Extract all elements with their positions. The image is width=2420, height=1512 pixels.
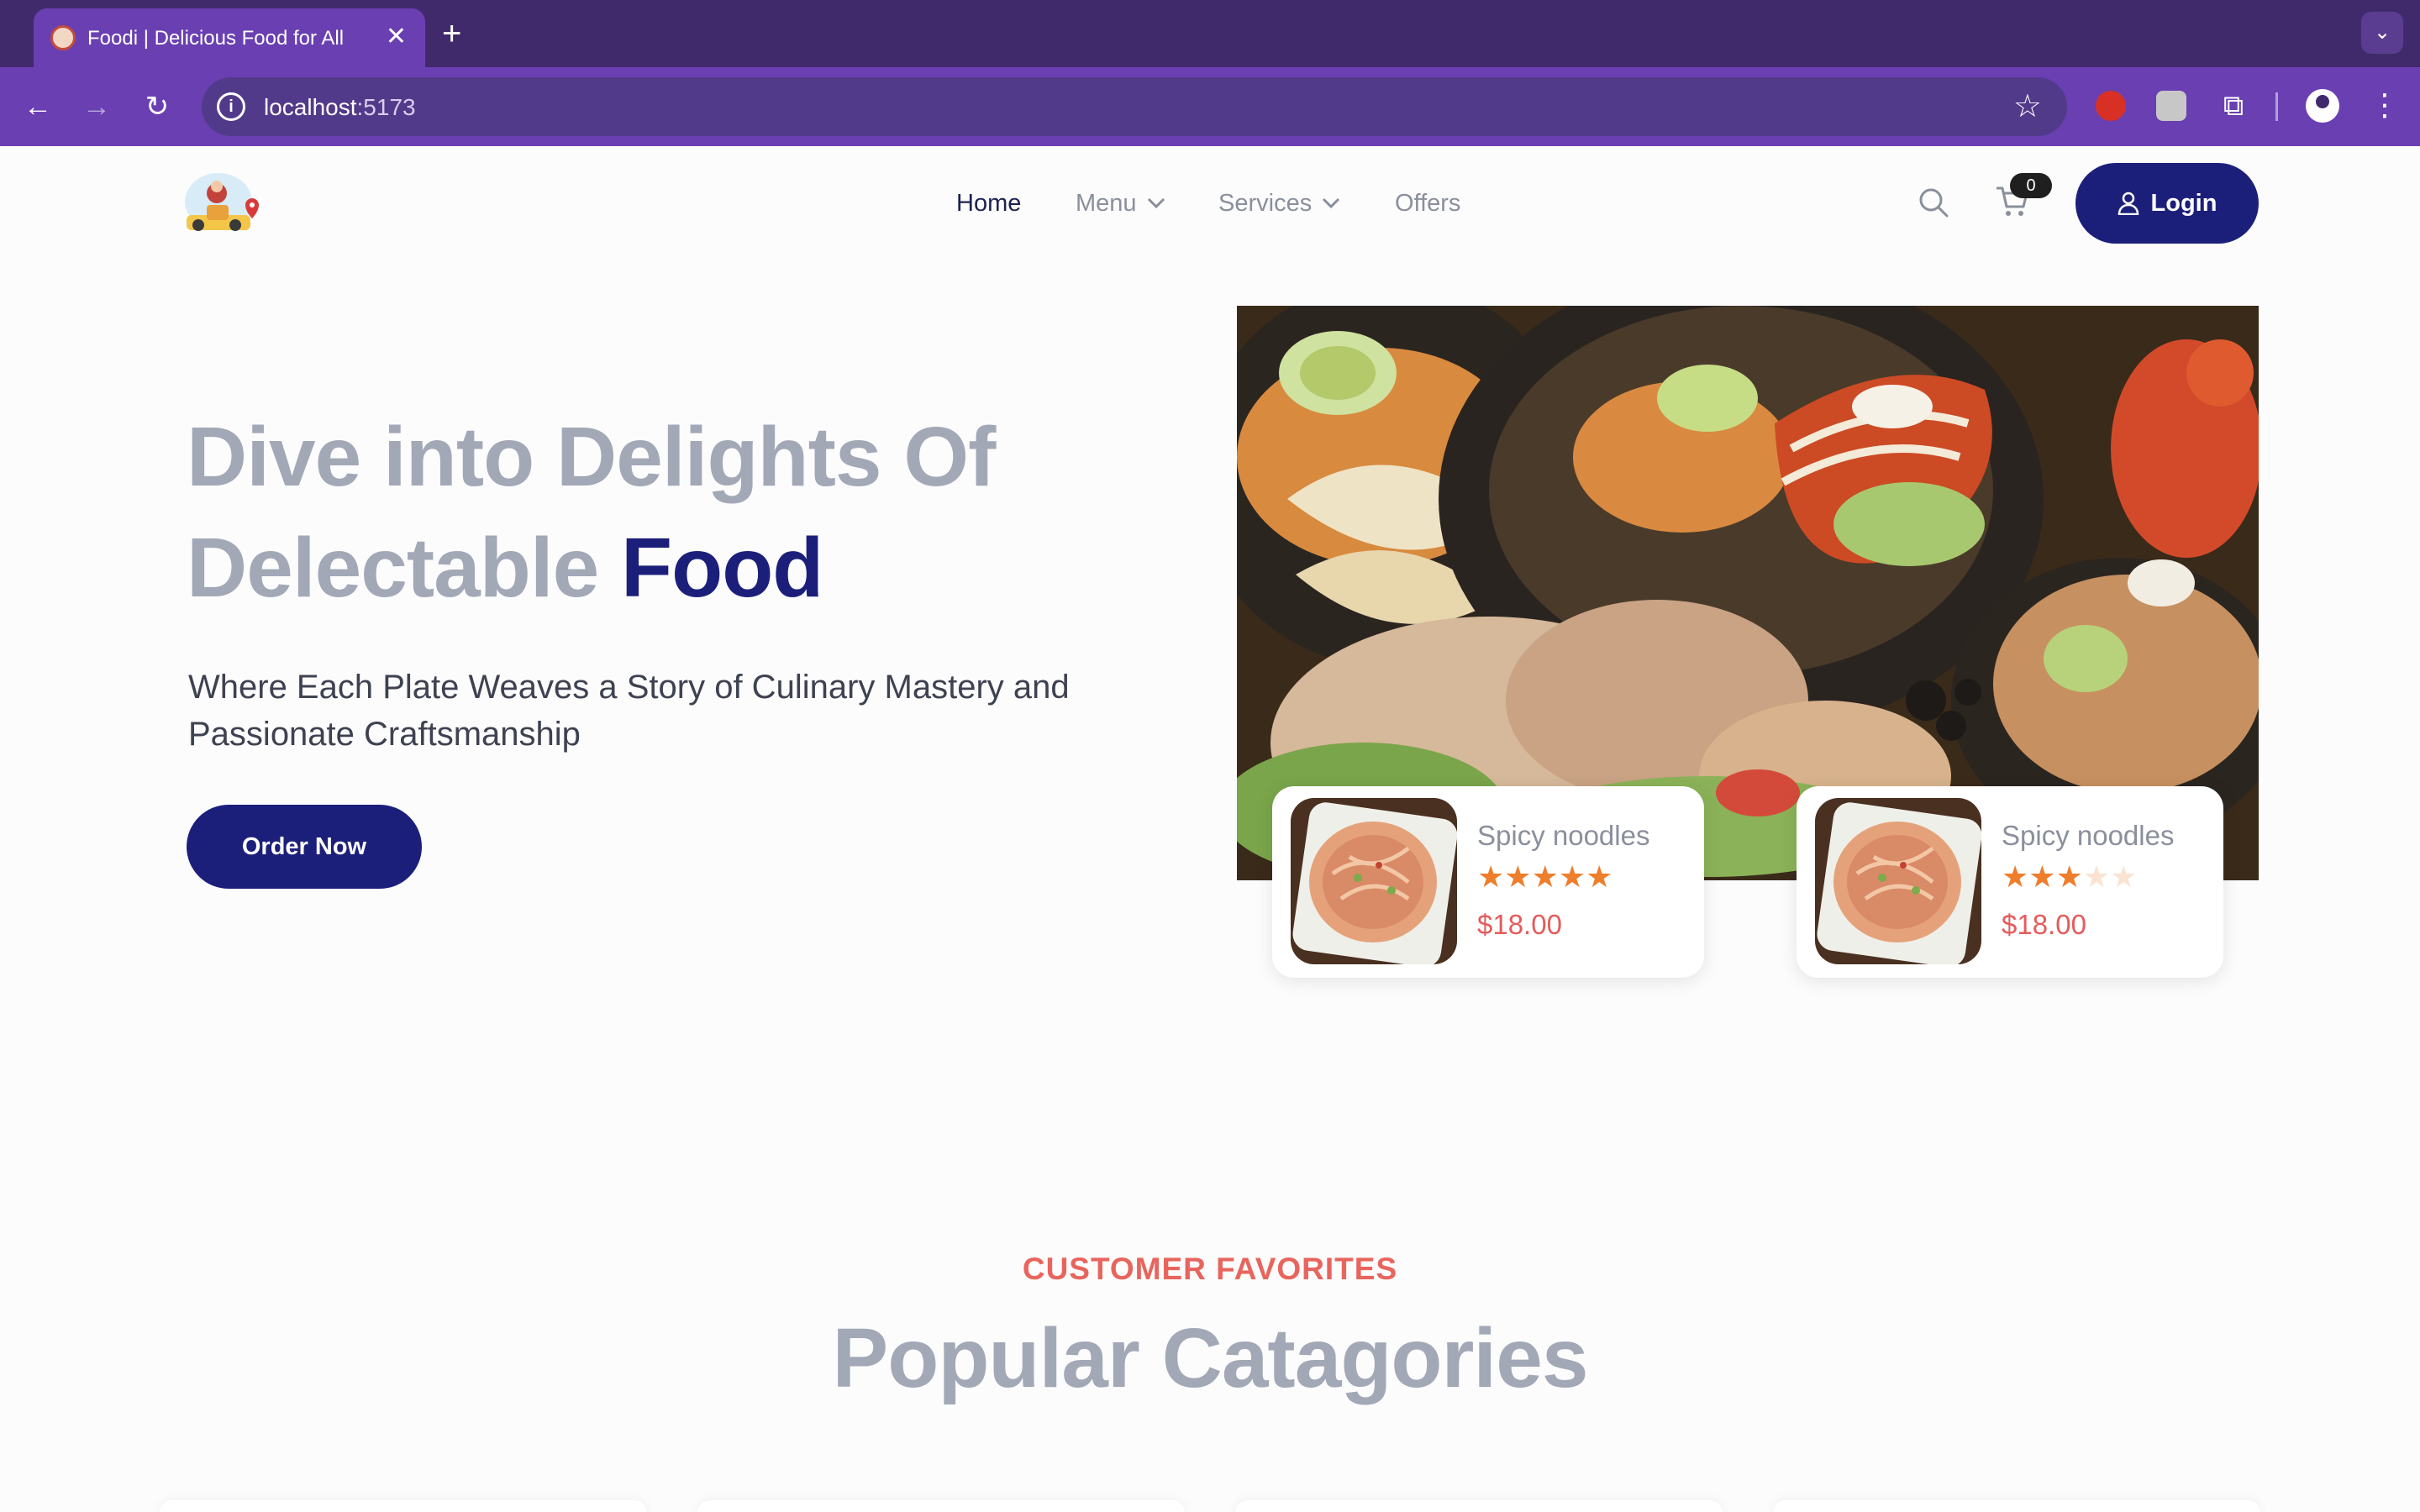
food-name: Spicy noodles (1477, 820, 1650, 851)
url-host: localhost (264, 94, 357, 120)
toolbar-divider (2275, 92, 2278, 121)
rating-stars: ★★★★★ (1477, 860, 1612, 894)
star-icon: ★ (1504, 859, 1532, 894)
nav-services-label: Services (1218, 190, 1313, 217)
tab-search-button[interactable]: ⌄ (2361, 12, 2403, 54)
extension-gray-icon[interactable] (2156, 91, 2186, 121)
profile-icon[interactable] (2306, 89, 2339, 123)
kebab-icon[interactable]: ⋮ (2370, 86, 2400, 124)
nav-home[interactable]: Home (956, 190, 1021, 218)
rating-stars: ★★★★★ (2002, 860, 2137, 894)
food-price: $18.00 (2002, 909, 2086, 940)
category-card[interactable] (1235, 1500, 1723, 1512)
forward-arrow-icon[interactable]: → (77, 87, 116, 126)
back-arrow-icon[interactable]: ← (18, 87, 57, 126)
login-button[interactable]: Login (2075, 163, 2259, 244)
foodi-logo[interactable] (180, 168, 260, 240)
star-icon: ★ (1477, 859, 1505, 894)
star-icon: ★ (1531, 859, 1559, 894)
login-label: Login (2150, 189, 2217, 217)
nav-menu[interactable]: Menu (1076, 190, 1165, 218)
chevron-down-icon (1323, 197, 1340, 209)
food-name: Spicy noodles (2002, 820, 2175, 851)
food-card[interactable]: Spicy noodles ★★★★★ $18.00 (1797, 786, 2223, 978)
star-icon: ★ (1558, 859, 1586, 894)
tab-close-icon[interactable]: ✕ (386, 22, 407, 52)
food-price: $18.00 (1477, 909, 1562, 940)
browser-tab-active[interactable]: Foodi | Delicious Food for All ✕ (34, 8, 425, 67)
hero-subtitle: Where Each Plate Weaves a Story of Culin… (188, 669, 1070, 753)
star-icon: ★ (2028, 859, 2056, 894)
noodles-thumbnail (1815, 798, 1981, 964)
noodles-thumbnail (1291, 798, 1457, 964)
star-icon: ★ (2055, 859, 2083, 894)
order-now-button[interactable]: Order Now (187, 805, 422, 889)
nav-offers[interactable]: Offers (1395, 190, 1460, 218)
category-card[interactable] (1773, 1500, 2260, 1512)
category-card[interactable] (697, 1500, 1185, 1512)
hero-title-line2: Delectable (187, 521, 599, 615)
section-tag: CUSTOMER FAVORITES (1022, 1252, 1398, 1286)
search-icon[interactable] (1918, 186, 1949, 218)
user-icon (2118, 192, 2139, 215)
star-icon: ★ (2002, 859, 2029, 894)
hero-title-line1: Dive into Delights Of (187, 410, 996, 504)
address-bar[interactable]: i localhost:5173 ☆ (202, 77, 2067, 136)
hero-title: Dive into Delights Of Delectable Food (187, 402, 1195, 623)
cart-count-badge: 0 (2010, 173, 2052, 198)
section-title: Popular Catagories (832, 1311, 1589, 1405)
hero-title-accent: Food (621, 521, 823, 615)
extension-icon[interactable]: ⧉ (2218, 91, 2249, 121)
new-tab-button[interactable]: + (442, 15, 461, 52)
info-icon[interactable]: i (217, 92, 245, 121)
url-text[interactable]: localhost:5173 (264, 94, 416, 121)
favicon-icon (50, 25, 76, 50)
category-card[interactable] (160, 1500, 647, 1512)
star-icon[interactable]: ☆ (2013, 86, 2042, 128)
reload-icon[interactable]: ↻ (138, 87, 176, 126)
browser-toolbar: ← → ↻ i localhost:5173 ☆ ⧉ ⋮ (0, 67, 2420, 146)
star-icon: ★ (2110, 859, 2138, 894)
star-icon: ★ (1586, 859, 1613, 894)
tab-title: Foodi | Delicious Food for All (87, 27, 345, 50)
star-icon: ★ (2082, 859, 2111, 894)
browser-tabbar: Foodi | Delicious Food for All ✕ + ⌄ (0, 0, 2420, 67)
nav-menu-label: Menu (1076, 190, 1137, 217)
url-port: :5173 (356, 94, 416, 120)
extension-red-icon[interactable] (2096, 91, 2126, 121)
food-card[interactable]: Spicy noodles ★★★★★ $18.00 (1272, 786, 1704, 978)
chevron-down-icon (1147, 197, 1165, 209)
nav-services[interactable]: Services (1218, 190, 1340, 218)
